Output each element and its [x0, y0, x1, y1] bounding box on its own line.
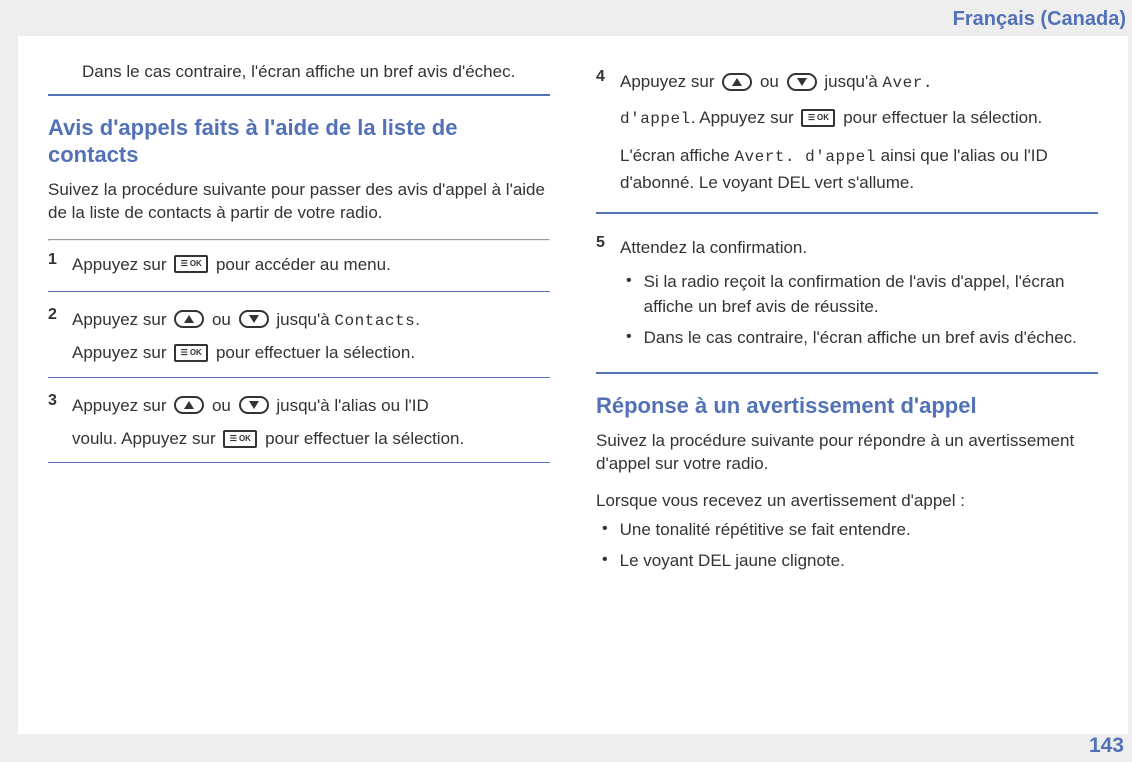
up-arrow-icon — [174, 310, 204, 328]
page-number: 143 — [1089, 734, 1124, 758]
step-body: Appuyez sur OK pour accéder au menu. — [72, 249, 550, 281]
step-5: 5 Attendez la confirmation. Si la radio … — [596, 224, 1098, 362]
menu-dappel-label: d'appel — [620, 110, 691, 128]
step-body: Appuyez sur ou jusqu'à Contacts. Appuyez… — [72, 304, 550, 367]
ok-button-icon: OK — [801, 109, 835, 127]
section-2-bullets: Une tonalité répétitive se fait entendre… — [596, 518, 1098, 573]
ok-button-icon: OK — [223, 430, 257, 448]
step-3: 3 Appuyez sur ou jusqu'à l'alias ou l'ID… — [48, 382, 550, 459]
steps-block-right: 4 Appuyez sur ou jusqu'à Aver. d'appel. … — [596, 66, 1098, 374]
divider — [596, 212, 1098, 214]
menu-aver-label: Aver. — [882, 74, 933, 92]
step-divider — [48, 462, 550, 463]
up-arrow-icon — [722, 73, 752, 91]
step-divider — [48, 377, 550, 378]
step-1: 1 Appuyez sur OK pour accéder au menu. — [48, 241, 550, 287]
step-number: 4 — [596, 66, 620, 196]
section-title-1: Avis d'appels faits à l'aide de la liste… — [48, 114, 550, 169]
step-divider — [48, 291, 550, 292]
screen-avert-label: Avert. d'appel — [734, 148, 875, 166]
section-intro-1: Suivez la procédure suivante pour passer… — [48, 179, 550, 225]
page-content: Dans le cas contraire, l'écran affiche u… — [18, 36, 1128, 734]
step-5-bullets: Si la radio reçoit la confirmation de l'… — [620, 270, 1098, 350]
down-arrow-icon — [239, 396, 269, 414]
step-number: 3 — [48, 390, 72, 453]
ok-button-icon: OK — [174, 344, 208, 362]
page-header: Français (Canada) — [0, 0, 1132, 31]
step-body: Attendez la confirmation. Si la radio re… — [620, 232, 1098, 356]
language-indicator: Français (Canada) — [953, 8, 1126, 30]
up-arrow-icon — [174, 396, 204, 414]
section-intro-2: Suivez la procédure suivante pour répond… — [596, 430, 1098, 476]
list-item: Une tonalité répétitive se fait entendre… — [602, 518, 1098, 543]
down-arrow-icon — [239, 310, 269, 328]
left-column: Dans le cas contraire, l'écran affiche u… — [48, 60, 550, 724]
step-body: Appuyez sur ou jusqu'à Aver. d'appel. Ap… — [620, 66, 1098, 196]
section-2-line: Lorsque vous recevez un avertissement d'… — [596, 490, 1098, 513]
step-body: Appuyez sur ou jusqu'à l'alias ou l'ID v… — [72, 390, 550, 453]
right-column: 4 Appuyez sur ou jusqu'à Aver. d'appel. … — [596, 60, 1098, 724]
menu-contacts-label: Contacts — [334, 312, 415, 330]
lead-in-text: Dans le cas contraire, l'écran affiche u… — [82, 60, 550, 84]
step-4: 4 Appuyez sur ou jusqu'à Aver. d'appel. … — [596, 66, 1098, 202]
list-item: Dans le cas contraire, l'écran affiche u… — [626, 326, 1098, 351]
step-number: 1 — [48, 249, 72, 281]
steps-block-left: 1 Appuyez sur OK pour accéder au menu. 2… — [48, 239, 550, 464]
divider — [48, 94, 550, 96]
step-number: 5 — [596, 232, 620, 356]
down-arrow-icon — [787, 73, 817, 91]
list-item: Si la radio reçoit la confirmation de l'… — [626, 270, 1098, 319]
step-2: 2 Appuyez sur ou jusqu'à Contacts. Appuy… — [48, 296, 550, 373]
section-title-2: Réponse à un avertissement d'appel — [596, 392, 1098, 420]
list-item: Le voyant DEL jaune clignote. — [602, 549, 1098, 574]
divider — [596, 372, 1098, 374]
step-number: 2 — [48, 304, 72, 367]
ok-button-icon: OK — [174, 255, 208, 273]
